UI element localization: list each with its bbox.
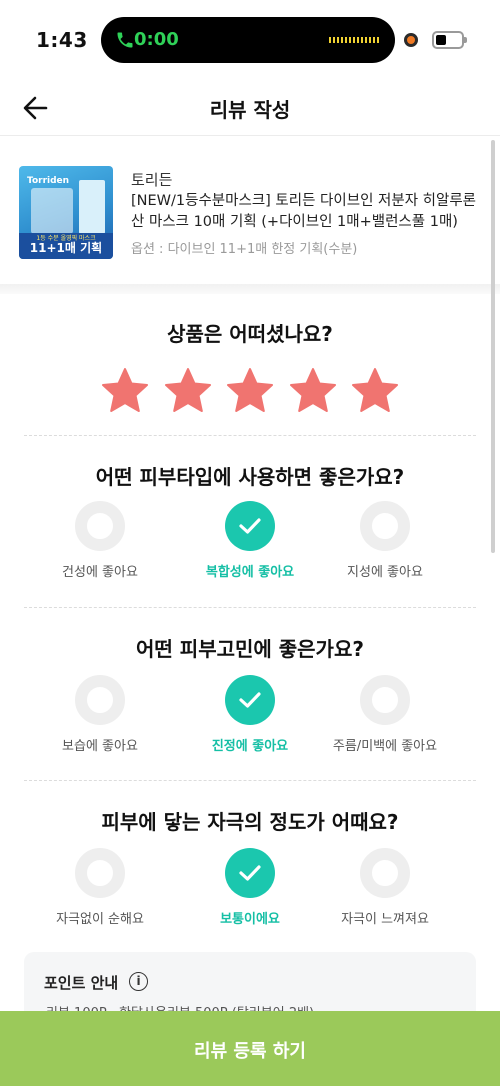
call-duration: 0:00: [134, 29, 179, 50]
review-write-screen: 1:43 0:00 리뷰 작성 Torriden 1등 수분 올영픽 마스크 1…: [0, 0, 500, 1086]
audio-wave-icon: [329, 37, 381, 43]
submit-review-button[interactable]: 리뷰 등록 하기: [0, 1011, 500, 1086]
skin-concern-question: 어떤 피부고민에 좋은가요?: [136, 637, 364, 661]
submit-review-label: 리뷰 등록 하기: [194, 1041, 306, 1062]
option-label: 복합성에 좋아요: [205, 565, 295, 580]
product-summary: Torriden 1등 수분 올영픽 마스크 11+1매 기획 토리든 [NEW…: [0, 137, 500, 284]
option-label: 보통이에요: [220, 912, 280, 927]
empty-circle-icon[interactable]: [360, 675, 410, 725]
option-label: 지성에 좋아요: [347, 565, 423, 580]
check-icon: [239, 692, 261, 708]
empty-circle-icon[interactable]: [75, 501, 125, 551]
irritation-question: 피부에 닿는 자극의 정도가 어때요?: [101, 810, 399, 834]
star-icon[interactable]: [288, 366, 338, 416]
dynamic-island-call[interactable]: 0:00: [101, 17, 395, 63]
phone-icon: [117, 32, 133, 48]
status-time: 1:43: [36, 28, 88, 52]
option-label: 자극없이 순해요: [56, 912, 144, 927]
dashed-divider: [24, 435, 476, 436]
option-label: 주름/미백에 좋아요: [332, 739, 438, 754]
empty-circle-icon[interactable]: [360, 501, 410, 551]
star-rating[interactable]: [100, 366, 400, 416]
star-icon[interactable]: [225, 366, 275, 416]
irritation-option[interactable]: 자극없이 순해요: [25, 848, 175, 938]
star-icon[interactable]: [350, 366, 400, 416]
product-brand: 토리든: [131, 171, 173, 189]
check-circle-icon[interactable]: [225, 675, 275, 725]
skin-concern-option[interactable]: 주름/미백에 좋아요: [310, 675, 460, 765]
empty-circle-icon[interactable]: [75, 675, 125, 725]
product-image-logo: Torriden: [27, 176, 70, 186]
skin-type-question: 어떤 피부타입에 사용하면 좋은가요?: [95, 465, 405, 489]
option-label: 보습에 좋아요: [62, 739, 138, 754]
check-circle-icon[interactable]: [225, 501, 275, 551]
product-option: 옵션 : 다이브인 11+1매 한정 기획(수분): [131, 242, 358, 257]
battery-icon: [432, 31, 467, 49]
irritation-option[interactable]: 자극이 느껴져요: [310, 848, 460, 938]
irritation-options: 자극없이 순해요 보통이에요 자극이 느껴져요: [0, 848, 500, 938]
skin-type-options: 건성에 좋아요 복합성에 좋아요 지성에 좋아요: [0, 501, 500, 591]
info-icon[interactable]: i: [129, 972, 148, 991]
product-image-badge: 11+1매 기획: [29, 241, 103, 255]
star-icon[interactable]: [163, 366, 213, 416]
irritation-option[interactable]: 보통이에요: [175, 848, 325, 938]
option-label: 진정에 좋아요: [211, 739, 289, 754]
dashed-divider: [24, 780, 476, 781]
empty-circle-icon[interactable]: [360, 848, 410, 898]
product-name: [NEW/1등수분마스크] 토리든 다이브인 저분자 히알루론산 마스크 10매…: [131, 193, 477, 230]
section-divider: [0, 284, 500, 294]
option-label: 건성에 좋아요: [62, 565, 138, 580]
skin-concern-option[interactable]: 진정에 좋아요: [175, 675, 325, 765]
check-circle-icon[interactable]: [225, 848, 275, 898]
skin-concern-option[interactable]: 보습에 좋아요: [25, 675, 175, 765]
header: 리뷰 작성: [0, 80, 500, 136]
empty-circle-icon[interactable]: [75, 848, 125, 898]
point-info-title: 포인트 안내: [44, 974, 119, 992]
skin-type-option[interactable]: 복합성에 좋아요: [175, 501, 325, 591]
page-title: 리뷰 작성: [209, 98, 291, 122]
check-icon: [239, 865, 261, 881]
check-icon: [239, 518, 261, 534]
rating-question: 상품은 어떠셨나요?: [167, 322, 333, 346]
skin-concern-options: 보습에 좋아요 진정에 좋아요 주름/미백에 좋아요: [0, 675, 500, 765]
product-image: Torriden 1등 수분 올영픽 마스크 11+1매 기획: [19, 166, 113, 259]
skin-type-option[interactable]: 건성에 좋아요: [25, 501, 175, 591]
star-icon[interactable]: [100, 366, 150, 416]
status-bar: 1:43 0:00: [0, 0, 500, 80]
recording-indicator-icon: [404, 33, 418, 47]
option-label: 자극이 느껴져요: [341, 912, 429, 927]
dashed-divider: [24, 607, 476, 608]
skin-type-option[interactable]: 지성에 좋아요: [310, 501, 460, 591]
